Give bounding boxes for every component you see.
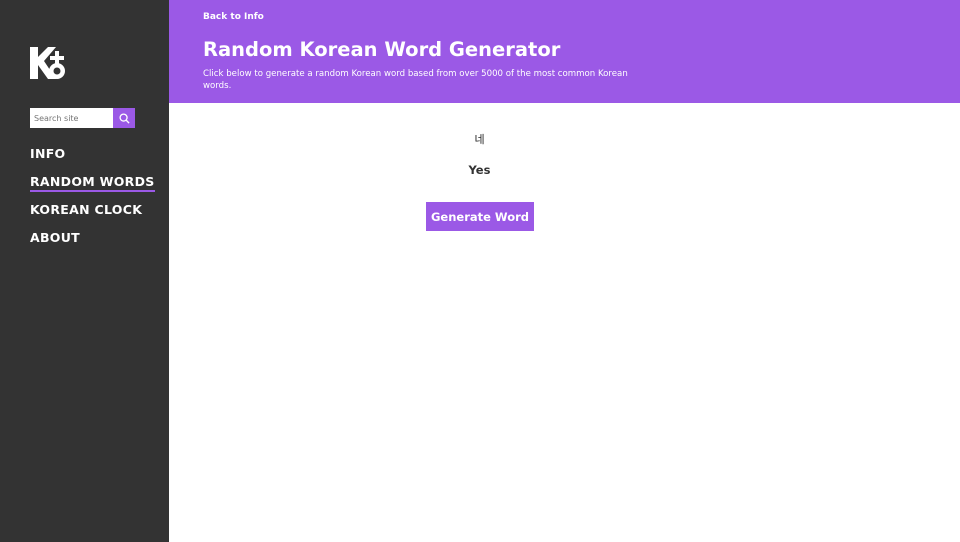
korean-logo-icon[interactable]: [30, 47, 66, 79]
page-subtitle: Click below to generate a random Korean …: [203, 69, 628, 91]
search-input[interactable]: [30, 108, 113, 128]
page-title: Random Korean Word Generator: [203, 38, 561, 61]
nav-item-about[interactable]: ABOUT: [30, 230, 155, 258]
generate-word-button[interactable]: Generate Word: [426, 202, 534, 231]
english-translation: Yes: [468, 163, 491, 177]
search-button[interactable]: [113, 108, 135, 128]
nav-item-korean-clock[interactable]: KOREAN CLOCK: [30, 202, 155, 230]
nav-item-info[interactable]: INFO: [30, 146, 155, 174]
search-icon: [118, 112, 130, 124]
korean-word: 네: [474, 133, 485, 146]
nav-item-random-words[interactable]: RANDOM WORDS: [30, 174, 155, 202]
search-box: [30, 108, 135, 128]
main-content: 네 Yes Generate Word: [169, 103, 960, 542]
sidebar: INFO RANDOM WORDS KOREAN CLOCK ABOUT: [0, 0, 169, 542]
main-nav: INFO RANDOM WORDS KOREAN CLOCK ABOUT: [30, 146, 155, 258]
back-link[interactable]: Back to Info: [203, 12, 264, 22]
page-header: Back to Info Random Korean Word Generato…: [169, 0, 960, 103]
